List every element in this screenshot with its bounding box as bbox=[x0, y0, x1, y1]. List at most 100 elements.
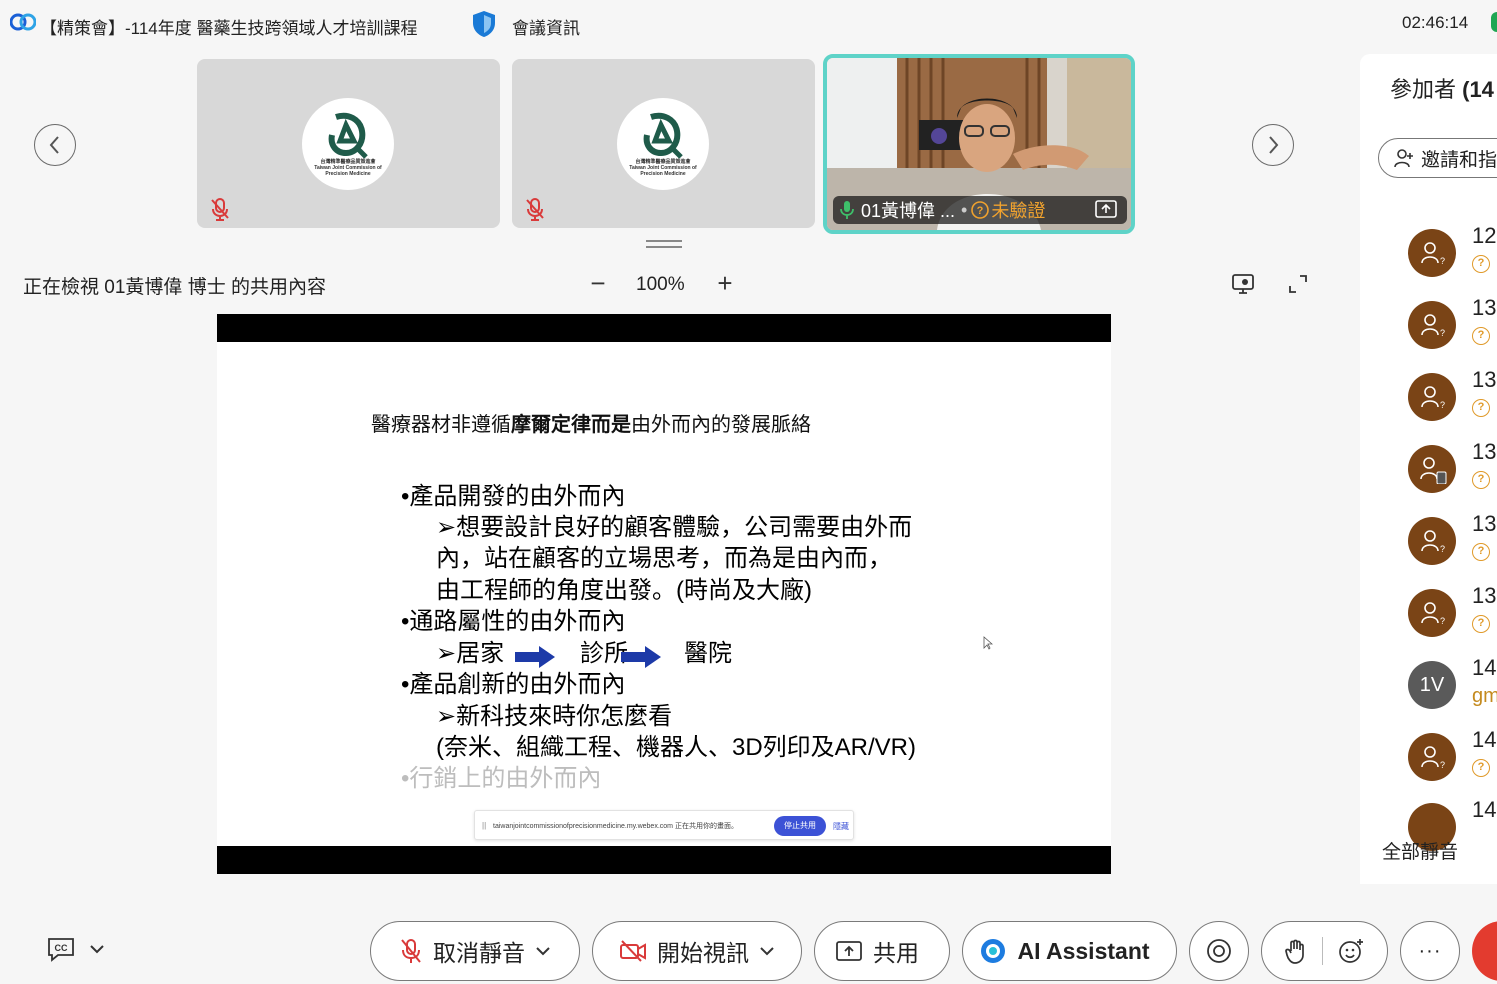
ai-assistant-button[interactable]: AI Assistant bbox=[962, 921, 1177, 981]
participant-name: 13 bbox=[1472, 367, 1497, 392]
invite-label: 邀請和指 bbox=[1421, 149, 1497, 171]
heading-bold-part: 摩爾定律而是 bbox=[511, 414, 631, 436]
unverified-label: 未驗證 bbox=[991, 201, 1046, 221]
svg-text:CC: CC bbox=[55, 943, 68, 953]
unmute-button[interactable]: 取消靜音 bbox=[370, 921, 580, 981]
slide-text: 內，站在顧客的立場思考，而為是由內而， bbox=[436, 545, 892, 572]
sharing-notification-banner: || taiwanjointcommissionofprecisionmedic… bbox=[474, 810, 854, 840]
share-view-options-icon[interactable] bbox=[1231, 272, 1255, 296]
participants-title: 參加者 (14 bbox=[1390, 72, 1494, 104]
slide-bullet: •產品開發的由外而內 bbox=[401, 483, 626, 510]
reactions-emoji-icon[interactable] bbox=[1337, 937, 1365, 965]
banner-text: taiwanjointcommissionofprecisionmedicine… bbox=[493, 823, 738, 830]
slide-sub-bullet: ➢想要設計良好的顧客體驗，公司需要由外而 bbox=[436, 514, 913, 541]
person-unverified-icon: ? bbox=[1421, 314, 1445, 338]
slide-bullet: •產品創新的由外而內 bbox=[401, 671, 626, 698]
video-off-icon bbox=[620, 940, 646, 962]
active-speaker-video-tile[interactable]: 01黃博偉 ... • ? 未驗證 bbox=[823, 54, 1135, 234]
participants-title-text: 參加者 bbox=[1390, 77, 1463, 102]
slide-bullet: •行銷上的由外而內 bbox=[401, 765, 602, 792]
zoom-out-button[interactable]: − bbox=[586, 268, 610, 298]
chevron-left-icon bbox=[49, 136, 59, 154]
zoom-in-button[interactable]: + bbox=[713, 268, 737, 298]
unverified-badge: ? bbox=[1472, 399, 1490, 417]
participant-row[interactable]: ? 14 ? bbox=[1406, 727, 1497, 801]
reactions-group bbox=[1261, 921, 1388, 981]
meeting-info-link[interactable]: 會議資訊 bbox=[512, 14, 580, 39]
svg-text:?: ? bbox=[1440, 328, 1445, 338]
resize-handle[interactable] bbox=[646, 240, 682, 250]
participant-name: 14 bbox=[1472, 797, 1497, 822]
meeting-clock: 02:46:14 bbox=[1402, 13, 1469, 32]
mic-muted-icon bbox=[526, 198, 544, 221]
person-unverified-icon: ? bbox=[1421, 530, 1445, 554]
person-unverified-icon: ? bbox=[1421, 602, 1445, 626]
participant-row[interactable]: ? 13 ? bbox=[1406, 583, 1497, 657]
person-mobile-icon bbox=[1420, 457, 1447, 484]
avatar: ? bbox=[1408, 229, 1456, 277]
unverified-badge: ? bbox=[1472, 615, 1490, 633]
invite-button[interactable]: 邀請和指 bbox=[1378, 138, 1497, 178]
mute-all-button[interactable]: 全部靜音 bbox=[1382, 837, 1458, 864]
question-circle-icon: ? bbox=[971, 201, 990, 219]
person-unverified-icon: ? bbox=[1421, 386, 1445, 410]
shared-content[interactable]: 醫療器材非遵循摩爾定律而是由外而內的發展脈絡 •產品開發的由外而內 ➢想要設計良… bbox=[217, 314, 1111, 874]
slide-bullet: •通路屬性的由外而內 bbox=[401, 608, 626, 635]
participant-name: 14 bbox=[1472, 727, 1497, 752]
org-emblem-icon bbox=[328, 112, 368, 159]
participant-name: 13 bbox=[1472, 511, 1497, 536]
end-meeting-button[interactable] bbox=[1472, 921, 1497, 981]
unverified-badge: ? bbox=[1472, 255, 1490, 273]
mic-active-icon bbox=[840, 201, 854, 219]
slide-text: 醫院 bbox=[684, 640, 732, 667]
add-person-icon bbox=[1394, 149, 1413, 168]
previous-videos-button[interactable] bbox=[34, 124, 76, 166]
unverified-status: • ? 未驗證 bbox=[961, 197, 1045, 223]
share-label: 共用 bbox=[873, 940, 919, 966]
org-name-en-2: Precision Medicine bbox=[325, 171, 371, 177]
participant-name: 14 bbox=[1472, 655, 1497, 680]
viewing-share-label: 正在檢視 01黃博偉 博士 的共用內容 bbox=[23, 277, 326, 298]
zoom-level[interactable]: 100% bbox=[636, 274, 685, 296]
start-video-button[interactable]: 開始視訊 bbox=[592, 921, 802, 981]
svg-text:?: ? bbox=[1440, 256, 1445, 266]
participant-row[interactable]: ? 13 ? bbox=[1406, 367, 1497, 441]
fullscreen-icon[interactable] bbox=[1286, 272, 1310, 296]
chevron-down-icon[interactable] bbox=[759, 943, 775, 959]
record-button[interactable] bbox=[1189, 921, 1249, 981]
participant-video-tile[interactable]: 台灣精準醫療品質策進會 Taiwan Joint Commission of P… bbox=[512, 59, 815, 228]
unverified-badge: ? bbox=[1472, 759, 1490, 777]
slide-text: (奈米、組織工程、機器人、3D列印及AR/VR) bbox=[436, 734, 917, 761]
svg-text:?: ? bbox=[1440, 760, 1445, 770]
participant-row[interactable]: ? 13 ? bbox=[1406, 511, 1497, 585]
unmute-label: 取消靜音 bbox=[433, 940, 525, 966]
heading-part: 由外而內的發展脈絡 bbox=[631, 414, 811, 436]
participant-name: 13 bbox=[1472, 295, 1497, 320]
right-arrow-shape bbox=[621, 646, 661, 668]
closed-captions-icon[interactable]: CC bbox=[46, 936, 76, 962]
raise-hand-icon[interactable] bbox=[1284, 937, 1308, 965]
chevron-down-icon[interactable] bbox=[535, 943, 551, 959]
participant-row[interactable]: 13 ? bbox=[1406, 439, 1497, 513]
mic-muted-icon bbox=[401, 939, 421, 963]
svg-text:?: ? bbox=[1440, 544, 1445, 554]
chevron-down-icon[interactable] bbox=[88, 940, 106, 958]
connection-status-indicator bbox=[1491, 12, 1497, 32]
speaker-name: 01黃博偉 ... bbox=[861, 201, 956, 221]
participant-email: gm bbox=[1472, 685, 1497, 707]
share-button[interactable]: 共用 bbox=[814, 921, 950, 981]
avatar: ? bbox=[1408, 517, 1456, 565]
participant-video-tile[interactable]: 台灣精準醫療品質策進會 Taiwan Joint Commission of P… bbox=[197, 59, 500, 228]
participant-row[interactable]: ? 12 ? bbox=[1406, 223, 1497, 297]
next-videos-button[interactable] bbox=[1252, 124, 1294, 166]
org-emblem-icon bbox=[643, 112, 683, 159]
participant-row[interactable]: 1V 14 gm bbox=[1406, 655, 1497, 729]
avatar: ? bbox=[1408, 589, 1456, 637]
right-arrow-shape bbox=[515, 646, 555, 668]
participant-row[interactable]: ? 13 ? bbox=[1406, 295, 1497, 369]
record-icon bbox=[1207, 939, 1231, 963]
webex-logo-icon bbox=[10, 13, 36, 31]
slide-heading: 醫療器材非遵循摩爾定律而是由外而內的發展脈絡 bbox=[371, 408, 811, 437]
more-options-button[interactable]: ··· bbox=[1400, 921, 1460, 981]
security-shield-icon[interactable] bbox=[470, 9, 498, 39]
